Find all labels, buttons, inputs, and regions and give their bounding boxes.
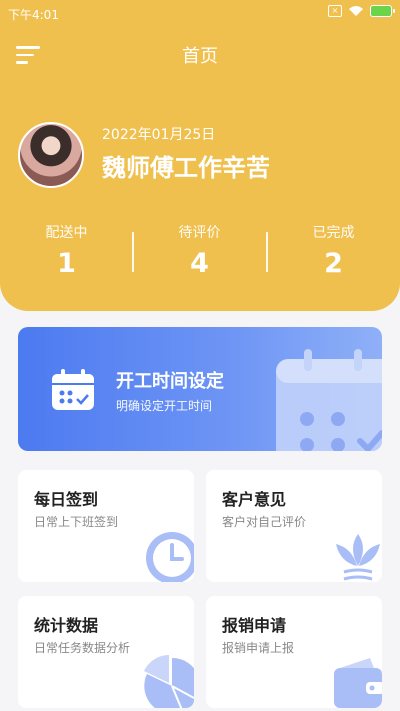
banner-title: 开工时间设定 xyxy=(116,371,224,392)
card-reimbursement[interactable]: 报销申请 报销申请上报 xyxy=(206,596,382,708)
card-subtitle: 日常任务数据分析 xyxy=(34,641,131,655)
stat-delivering[interactable]: 配送中 1 xyxy=(0,222,133,279)
work-time-banner[interactable]: 开工时间设定 明确设定开工时间 xyxy=(18,327,382,451)
calendar-decoration-icon xyxy=(276,349,382,451)
card-subtitle: 报销申请上报 xyxy=(222,641,295,655)
card-title: 客户意见 xyxy=(222,490,287,509)
status-icons: × xyxy=(328,5,395,17)
wifi-icon xyxy=(349,6,363,16)
lotus-icon xyxy=(336,534,380,581)
calendar-icon xyxy=(52,369,94,410)
page-title: 首页 xyxy=(182,46,218,67)
card-customer-feedback[interactable]: 客户意见 客户对自己评价 xyxy=(206,470,382,582)
stat-pending-review[interactable]: 待评价 4 xyxy=(133,222,266,279)
stat-value: 4 xyxy=(190,248,209,279)
stat-value: 2 xyxy=(324,248,343,279)
wallet-icon xyxy=(334,658,382,708)
status-bar: 下午4:01 × xyxy=(0,0,400,26)
card-title: 统计数据 xyxy=(34,616,99,635)
status-time: 下午4:01 xyxy=(8,8,59,22)
card-daily-checkin[interactable]: 每日签到 日常上下班签到 xyxy=(18,470,194,582)
date-label: 2022年01月25日 xyxy=(102,127,216,143)
stat-value: 1 xyxy=(57,248,76,279)
card-title: 报销申请 xyxy=(222,616,287,635)
card-statistics[interactable]: 统计数据 日常任务数据分析 xyxy=(18,596,194,708)
pie-chart-icon xyxy=(144,655,194,708)
stat-completed[interactable]: 已完成 2 xyxy=(267,222,400,279)
sim-icon: × xyxy=(328,5,342,17)
card-subtitle: 客户对自己评价 xyxy=(222,515,307,529)
battery-icon xyxy=(370,5,395,17)
avatar[interactable] xyxy=(18,122,84,188)
greeting-text: 魏师傅工作辛苦 xyxy=(102,154,270,182)
card-title: 每日签到 xyxy=(34,490,99,509)
card-subtitle: 日常上下班签到 xyxy=(34,515,119,529)
banner-subtitle: 明确设定开工时间 xyxy=(116,399,213,413)
stat-label: 待评价 xyxy=(178,225,221,241)
stat-label: 已完成 xyxy=(312,225,355,241)
stat-label: 配送中 xyxy=(45,225,88,241)
clock-icon xyxy=(146,532,194,582)
